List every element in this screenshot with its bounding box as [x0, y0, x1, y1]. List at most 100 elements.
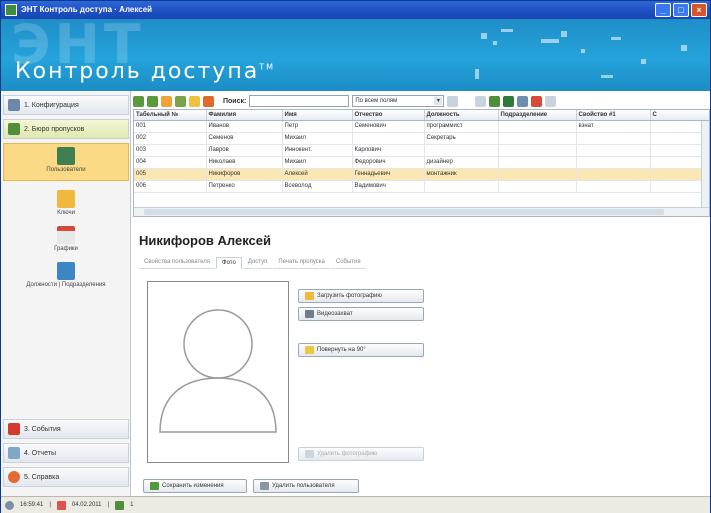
- sidebar-subitem-label: Ключи: [57, 210, 75, 216]
- table-row[interactable]: 006 Петренко Всеволод Вадимович: [134, 180, 709, 193]
- user-photo-icon[interactable]: [161, 95, 172, 107]
- sidebar-item-help[interactable]: 5. Справка: [3, 467, 129, 487]
- banner-pixel-decoration: [601, 75, 613, 78]
- table-cell: Вадимович: [352, 180, 425, 193]
- video-capture-button[interactable]: Видеозахват: [298, 307, 424, 321]
- column-header[interactable]: Свойство #1: [576, 110, 651, 121]
- maximize-button[interactable]: □: [673, 3, 689, 17]
- table-row[interactable]: 003 Лавров Иннокент. Карлович: [134, 144, 709, 157]
- minimize-button[interactable]: _: [655, 3, 671, 17]
- table-cell: Карлович: [352, 144, 425, 157]
- status-users-count: 1: [130, 502, 134, 508]
- table-cell: Секретарь: [424, 132, 499, 145]
- add-user-icon[interactable]: [133, 95, 144, 107]
- sidebar-subitem-label: Графики: [54, 246, 78, 252]
- tab-photo[interactable]: Фото: [216, 257, 242, 269]
- app-icon: [5, 4, 17, 16]
- sidebar-subitem-label: Пользователи: [46, 167, 86, 173]
- table-cell: [576, 180, 651, 193]
- banner-pixel-decoration: [641, 59, 646, 64]
- sidebar-subitem-keys[interactable]: Ключи: [3, 187, 129, 219]
- table-cell: 002: [134, 132, 207, 145]
- column-header[interactable]: Фамилия: [206, 110, 283, 121]
- column-header[interactable]: С: [650, 110, 709, 121]
- sidebar-subitem-schedules[interactable]: Графики: [3, 223, 129, 255]
- header-banner: ЭНТ Контроль доступаTM: [1, 19, 710, 91]
- table-cell: Алексей: [282, 168, 353, 181]
- button-label: Видеозахват: [317, 311, 353, 317]
- table-cell: монтажник: [424, 168, 499, 181]
- sidebar-subitem-positions[interactable]: Должности | Подразделения: [3, 259, 129, 291]
- tab-events[interactable]: События: [330, 257, 366, 269]
- scrollbar-thumb[interactable]: [144, 209, 664, 215]
- banner-pixel-decoration: [493, 41, 497, 45]
- checkmark-icon: [150, 482, 159, 490]
- user-group-icon[interactable]: [175, 95, 186, 107]
- chevron-down-icon[interactable]: ▾: [434, 97, 443, 105]
- table-cell: Михаил: [282, 156, 353, 169]
- banner-pixel-decoration: [481, 33, 487, 39]
- sidebar-item-label: 2. Бюро пропусков: [24, 125, 85, 133]
- delete-photo-button[interactable]: Удалить фотографию: [298, 447, 424, 461]
- column-header[interactable]: Должность: [424, 110, 499, 121]
- table-cell: 001: [134, 120, 207, 133]
- filter-icon[interactable]: [189, 95, 200, 107]
- table-row[interactable]: 004 Николаев Михаил Федорович дизайнер: [134, 156, 709, 169]
- table-cell: Михаил: [282, 132, 353, 145]
- delete-user-button[interactable]: Удалить пользователя: [253, 479, 359, 493]
- tab-user-properties[interactable]: Свойства пользователя: [139, 257, 216, 269]
- table-row-selected[interactable]: 005 Никифоров Алексей Геннадьевич монтаж…: [134, 168, 709, 181]
- table-cell: Федорович: [352, 156, 425, 169]
- delete-user-icon[interactable]: [203, 95, 214, 107]
- button-label: Повернуть на 90°: [317, 347, 366, 353]
- search-field-select[interactable]: По всем полям ▾: [352, 95, 445, 107]
- upload-photo-button[interactable]: Загрузить фотографию: [298, 289, 424, 303]
- horizontal-scrollbar[interactable]: [134, 207, 709, 216]
- person-silhouette-icon: [159, 309, 277, 433]
- tab-print-pass[interactable]: Печать пропуска: [273, 257, 330, 269]
- column-header[interactable]: Табельный №: [134, 110, 207, 121]
- column-header[interactable]: Имя: [282, 110, 353, 121]
- events-icon: [8, 423, 20, 435]
- clear-search-icon[interactable]: [447, 95, 459, 107]
- banner-pixel-decoration: [501, 29, 513, 32]
- report-icon: [8, 447, 20, 459]
- grid-view-icon[interactable]: [489, 95, 501, 107]
- tab-access[interactable]: Доступ: [242, 257, 273, 269]
- vertical-scrollbar[interactable]: [701, 121, 709, 209]
- table-cell: [498, 132, 577, 145]
- first-page-icon[interactable]: [475, 95, 487, 107]
- print-icon[interactable]: [517, 95, 529, 107]
- sidebar-item-reports[interactable]: 4. Отчеты: [3, 443, 129, 463]
- sidebar-item-label: 3. События: [24, 425, 61, 433]
- table-cell: 003: [134, 144, 207, 157]
- sidebar-item-events[interactable]: 3. События: [3, 419, 129, 439]
- excel-export-icon[interactable]: [503, 95, 515, 107]
- app-window: ЭНТ Контроль доступа · Алексей _ □ × ЭНТ…: [0, 0, 711, 513]
- calendar-icon: [57, 226, 75, 244]
- close-button[interactable]: ×: [691, 3, 707, 17]
- rotate-photo-button[interactable]: Повернуть на 90°: [298, 343, 424, 357]
- table-cell: Всеволод: [282, 180, 353, 193]
- column-header[interactable]: Подразделение: [498, 110, 577, 121]
- table-header-row: Табельный № Фамилия Имя Отчество Должнос…: [134, 110, 709, 121]
- column-header[interactable]: Отчество: [352, 110, 425, 121]
- sidebar-item-configuration[interactable]: 1. Конфигурация: [3, 95, 129, 115]
- table-cell: Никифоров: [206, 168, 283, 181]
- search-input[interactable]: [249, 95, 350, 107]
- table-row[interactable]: 002 Семенов Михаил Секретарь: [134, 132, 709, 145]
- table-cell: Петр: [282, 120, 353, 133]
- sidebar-subitem-users[interactable]: Пользователи: [3, 143, 129, 181]
- table-cell: Геннадьевич: [352, 168, 425, 181]
- search-field-value: По всем полям: [355, 98, 398, 104]
- table-row[interactable]: 001 Иванов Петр Семенович программист вз…: [134, 120, 709, 133]
- edit-user-icon[interactable]: [147, 95, 158, 107]
- save-changes-button[interactable]: Сохранить изменения: [143, 479, 247, 493]
- table-cell: взнат: [576, 120, 651, 133]
- sidebar-item-pass-office[interactable]: 2. Бюро пропусков: [3, 119, 129, 139]
- window-title: ЭНТ Контроль доступа · Алексей: [21, 5, 153, 14]
- title-bar: ЭНТ Контроль доступа · Алексей _ □ ×: [1, 1, 710, 19]
- users-table: Табельный № Фамилия Имя Отчество Должнос…: [133, 109, 710, 217]
- sort-icon[interactable]: [531, 95, 543, 107]
- settings-icon[interactable]: [545, 95, 557, 107]
